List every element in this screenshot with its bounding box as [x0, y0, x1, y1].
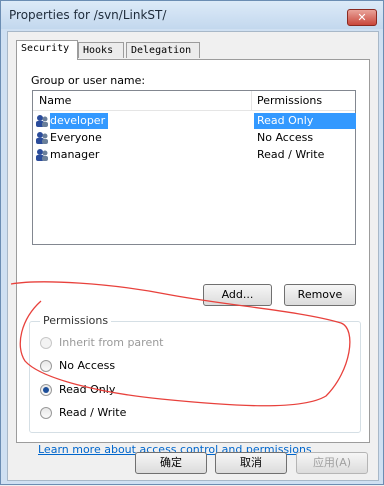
user-name: manager — [50, 148, 100, 161]
user-permission: Read Only — [254, 113, 356, 129]
user-row-manager[interactable]: manager Read / Write — [33, 147, 355, 163]
user-row-developer[interactable]: developer Read Only — [33, 113, 356, 129]
cancel-button[interactable]: 取消 — [215, 452, 287, 474]
dialog-client-area: Security Hooks Delegation Group or user … — [7, 31, 379, 481]
title-bar[interactable]: Properties for /svn/LinkST/ ✕ — [1, 1, 383, 29]
radio-label-read-only: Read Only — [59, 383, 116, 396]
tab-security[interactable]: Security — [16, 40, 78, 60]
security-tab-panel: Group or user name: Name Permissions dev… — [16, 59, 370, 456]
group-icon — [36, 132, 48, 144]
add-button[interactable]: Add... — [203, 284, 272, 306]
tab-delegation[interactable]: Delegation — [126, 42, 200, 58]
radio-label-no-access: No Access — [59, 359, 116, 372]
properties-dialog: Properties for /svn/LinkST/ ✕ Security H… — [0, 0, 384, 485]
column-header-name[interactable]: Name — [33, 91, 251, 111]
user-name: Everyone — [50, 131, 102, 144]
permissions-title: Permissions — [40, 314, 112, 327]
user-permission: Read / Write — [257, 148, 325, 161]
user-permission: No Access — [257, 131, 314, 144]
radio-label-read-write: Read / Write — [59, 406, 127, 419]
group-icon — [36, 115, 48, 127]
radio-inherit-from-parent[interactable] — [40, 337, 52, 349]
radio-read-write[interactable] — [40, 407, 52, 419]
group-or-user-label: Group or user name: — [31, 74, 146, 87]
close-button[interactable]: ✕ — [347, 9, 377, 26]
remove-button[interactable]: Remove — [284, 284, 356, 306]
user-name: developer — [50, 113, 109, 129]
radio-label-inherit: Inherit from parent — [59, 336, 164, 349]
ok-button[interactable]: 确定 — [135, 452, 207, 474]
close-icon[interactable]: ✕ — [357, 11, 366, 24]
tab-hooks[interactable]: Hooks — [78, 42, 124, 58]
radio-no-access[interactable] — [40, 360, 52, 372]
group-icon — [36, 149, 48, 161]
apply-button[interactable]: 应用(A) — [296, 452, 368, 474]
window-title: Properties for /svn/LinkST/ — [9, 8, 167, 22]
radio-read-only[interactable] — [40, 384, 52, 396]
user-row-everyone[interactable]: Everyone No Access — [33, 130, 355, 146]
permissions-groupbox: Permissions Inherit from parent No Acces… — [29, 314, 361, 433]
user-list[interactable]: Name Permissions developer Read Only Eve… — [32, 90, 356, 245]
column-header-permissions[interactable]: Permissions — [251, 91, 355, 111]
